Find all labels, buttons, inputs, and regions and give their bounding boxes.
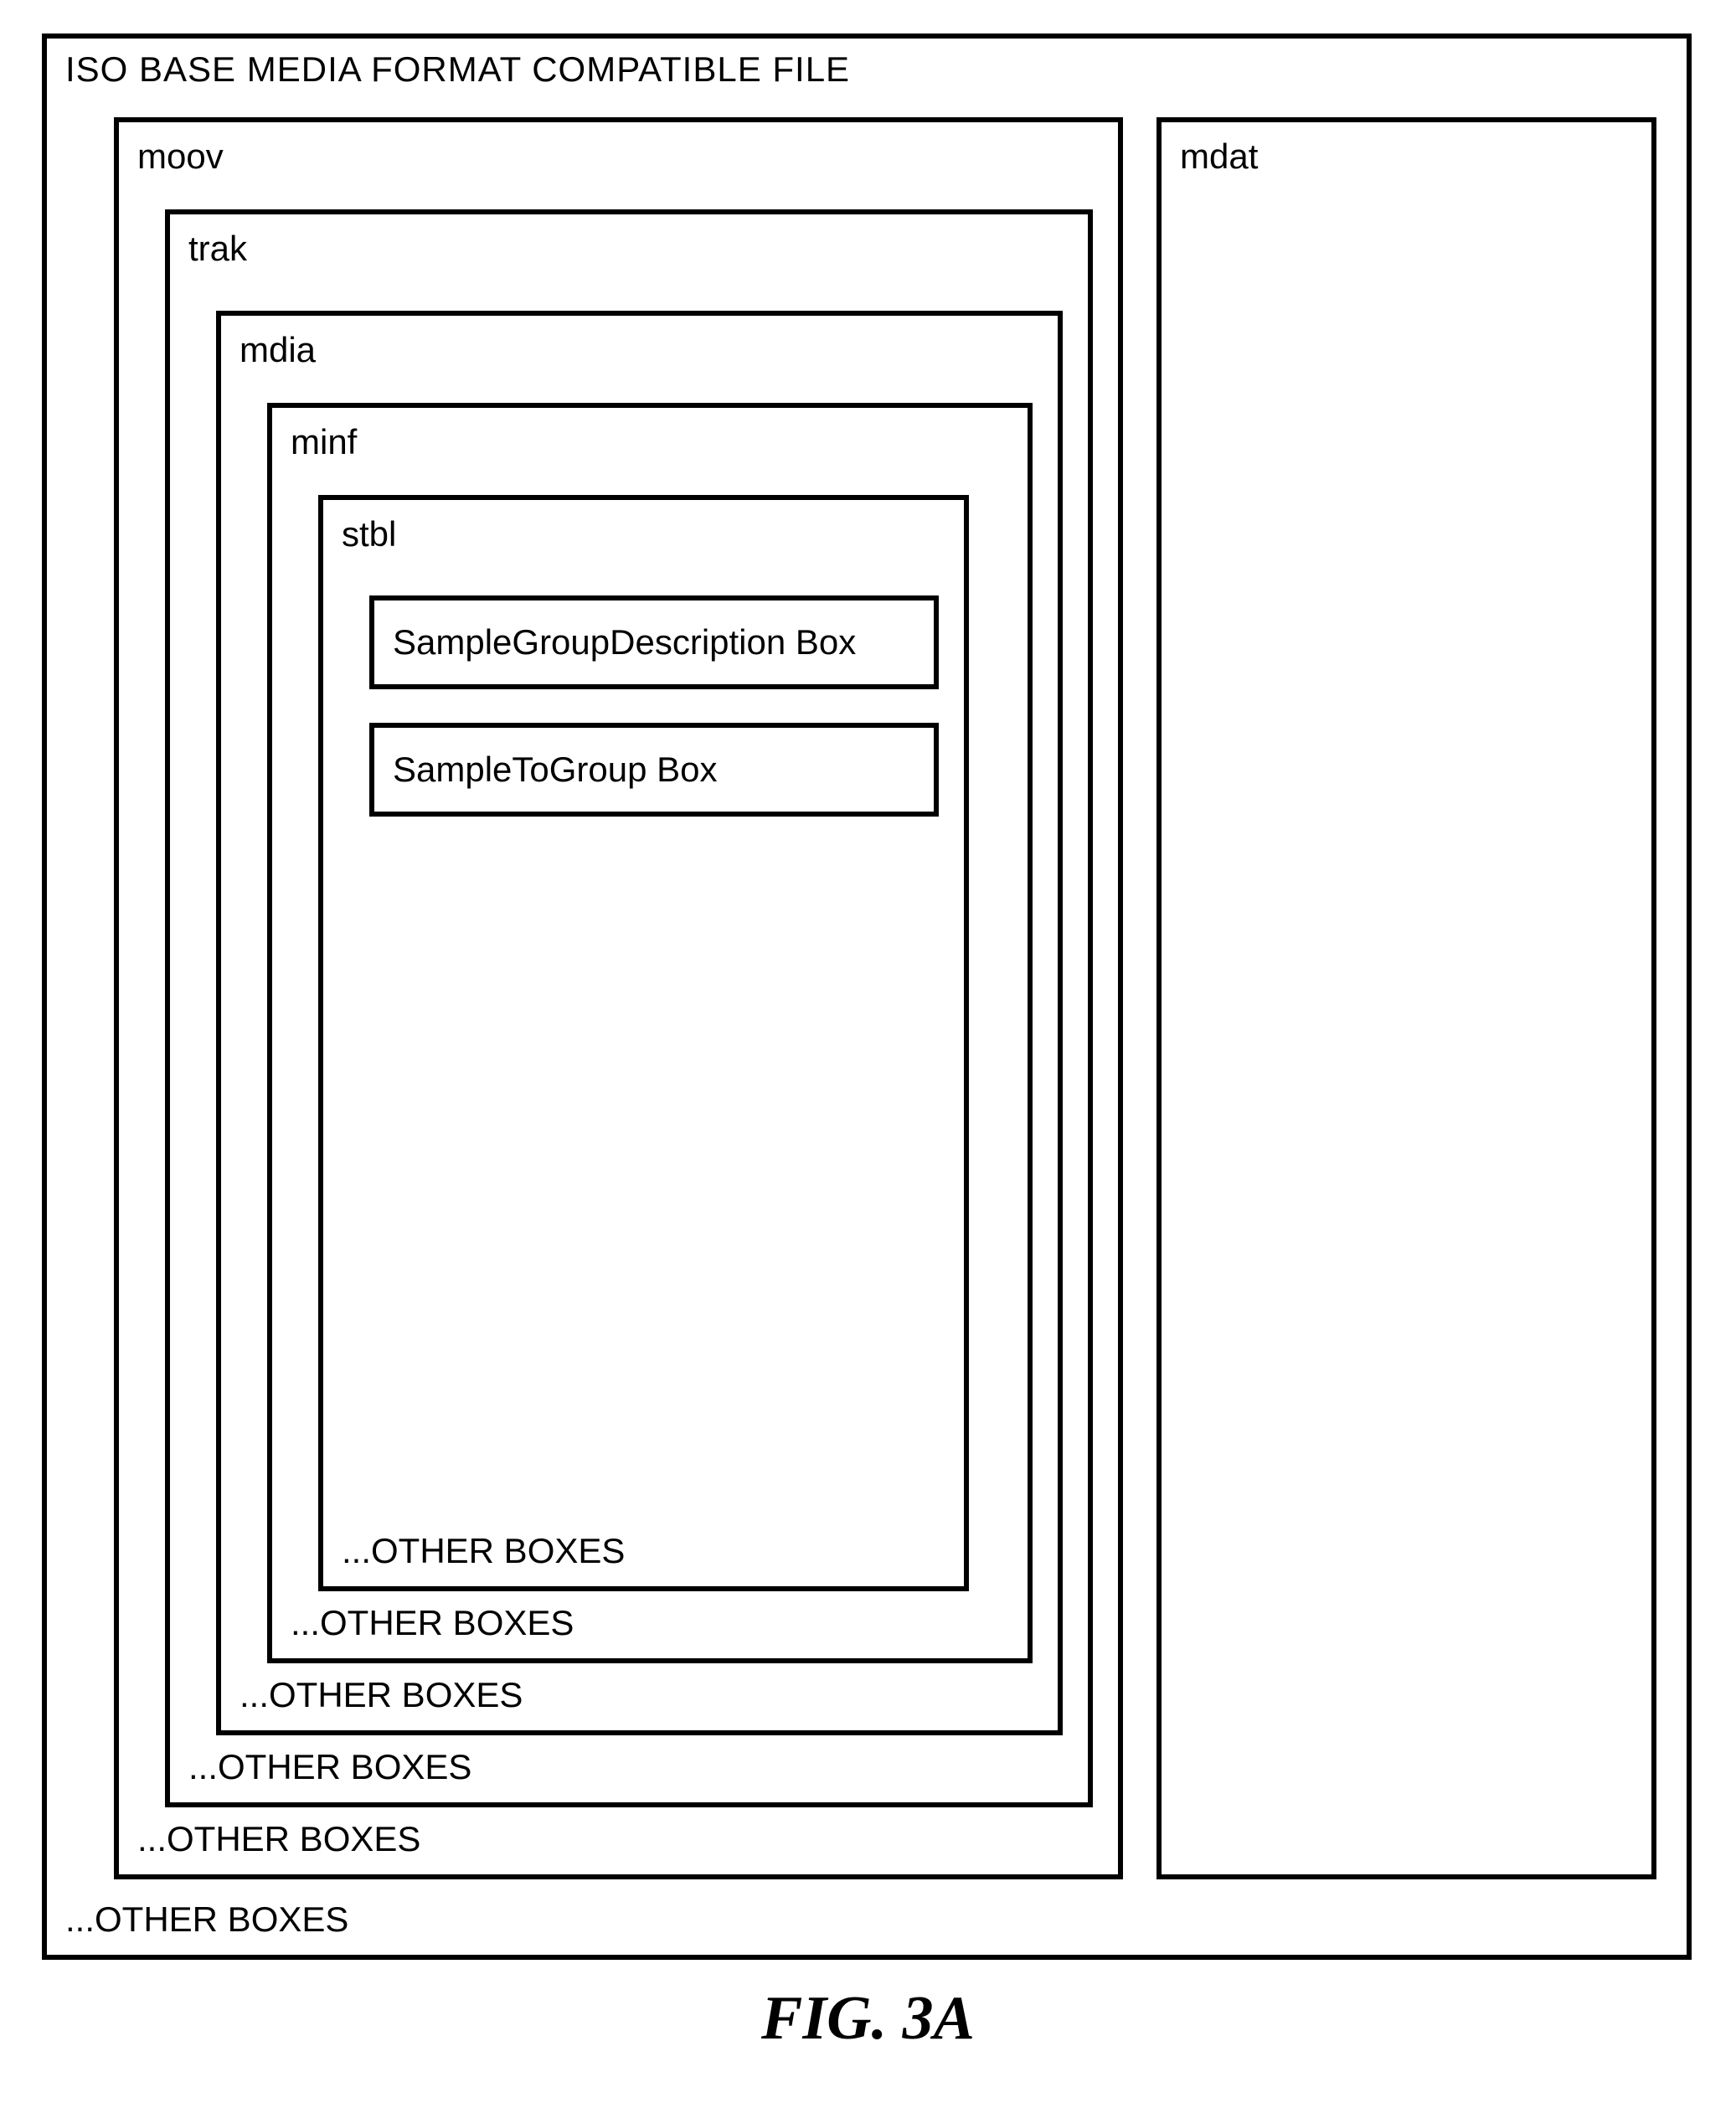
mdia-box: mdia minf stbl xyxy=(216,311,1063,1735)
stbl-box: stbl SampleGroupDescription Box SampleTo… xyxy=(318,495,969,1591)
stbl-label: stbl xyxy=(323,500,964,562)
minf-label: minf xyxy=(272,408,1028,470)
file-title: ISO BASE MEDIA FORMAT COMPATIBLE FILE xyxy=(47,39,1687,109)
trak-box: trak mdia minf xyxy=(165,209,1093,1807)
sample-group-description-box: SampleGroupDescription Box xyxy=(369,595,939,689)
file-other-boxes: ...OTHER BOXES xyxy=(47,1888,1687,1955)
figure-caption: FIG. 3A xyxy=(42,1983,1694,2054)
mdat-box: mdat xyxy=(1156,117,1656,1879)
moov-other-boxes: ...OTHER BOXES xyxy=(119,1807,1118,1874)
mdia-other-boxes: ...OTHER BOXES xyxy=(221,1663,1058,1730)
minf-box: minf stbl SampleGroupDescription Box Sam… xyxy=(267,403,1033,1663)
moov-label: moov xyxy=(119,122,1118,184)
trak-label: trak xyxy=(170,214,1088,276)
stbl-other-boxes: ...OTHER BOXES xyxy=(323,1519,964,1586)
mdia-label: mdia xyxy=(221,316,1058,378)
file-box: ISO BASE MEDIA FORMAT COMPATIBLE FILE mo… xyxy=(42,34,1692,1960)
moov-box: moov trak mdia minf xyxy=(114,117,1123,1879)
minf-other-boxes: ...OTHER BOXES xyxy=(272,1591,1028,1658)
sample-to-group-box: SampleToGroup Box xyxy=(369,723,939,817)
mdat-label: mdat xyxy=(1162,122,1651,184)
trak-other-boxes: ...OTHER BOXES xyxy=(170,1735,1088,1802)
